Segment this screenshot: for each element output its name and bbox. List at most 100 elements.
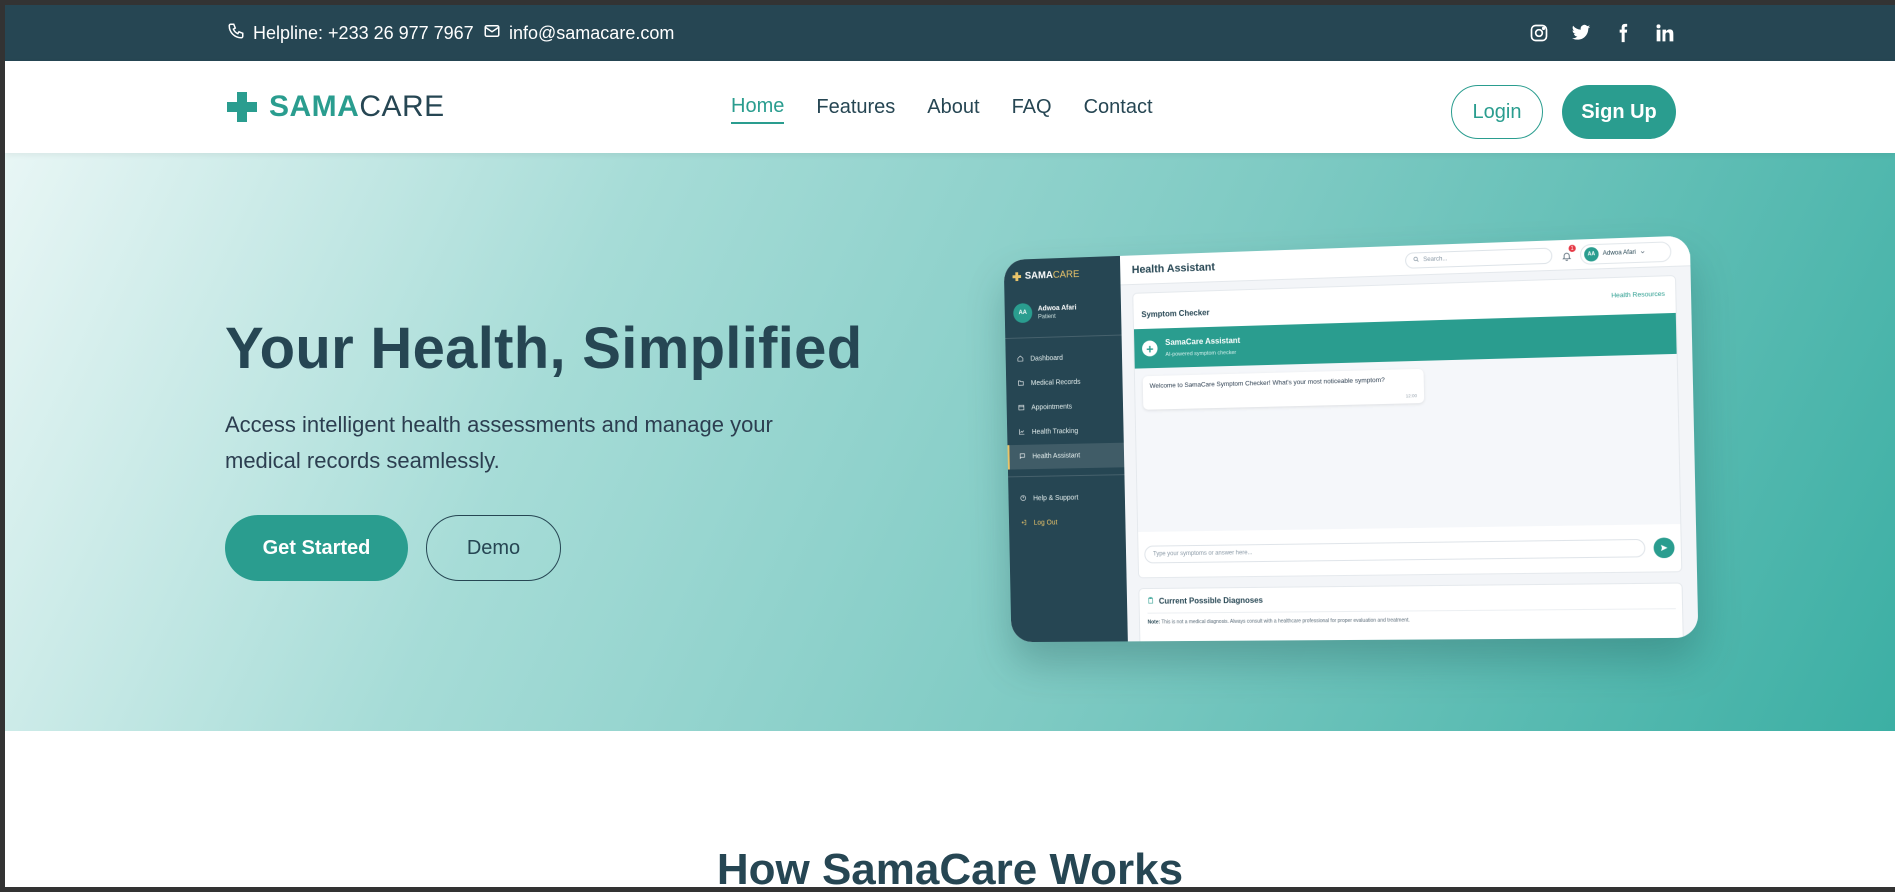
twitter-icon[interactable]	[1571, 23, 1591, 43]
mockup-item-appointments: Appointments	[1006, 394, 1123, 421]
diagnoses-card: Current Possible Diagnoses Note: This is…	[1138, 582, 1684, 643]
mockup-profile: AA Adwoa Afari	[1579, 241, 1672, 265]
top-info-bar: Helpline: +233 26 977 7967 info@samacare…	[5, 5, 1895, 61]
mockup-search-placeholder: Search...	[1423, 256, 1448, 264]
mockup-notifications: 1	[1561, 244, 1576, 261]
email-text: info@samacare.com	[509, 22, 675, 43]
diagnoses-note: Note: This is not a medical diagnosis. A…	[1148, 617, 1410, 625]
main-navbar: SAMACARE Home Features About FAQ Contact…	[5, 61, 1895, 153]
mockup-profile-name: Adwoa Afari	[1602, 249, 1637, 257]
mockup-user: AA Adwoa Afari Patient	[1013, 302, 1077, 324]
chat-message-time: 12:00	[1405, 393, 1418, 399]
app-mockup-image: SAMACARE AA Adwoa Afari Patient Dashboar…	[1003, 235, 1699, 643]
mail-icon	[483, 22, 501, 45]
health-resources-link: Health Resources	[1611, 290, 1665, 300]
plus-cross-icon	[227, 92, 257, 122]
send-icon	[1660, 539, 1669, 558]
browser-viewport: Helpline: +233 26 977 7967 info@samacare…	[5, 5, 1895, 887]
email-contact[interactable]: info@samacare.com	[483, 5, 674, 61]
divider	[1005, 334, 1122, 339]
chart-icon	[1018, 428, 1025, 437]
hero-title: Your Health, Simplified	[225, 316, 863, 381]
chat-message: Welcome to SamaCare Symptom Checker! Wha…	[1142, 368, 1425, 410]
helpline-contact[interactable]: Helpline: +233 26 977 7967	[227, 5, 474, 61]
hero-section: Your Health, Simplified Access intellige…	[5, 153, 1895, 731]
logout-icon	[1020, 519, 1027, 528]
nav-faq[interactable]: FAQ	[1012, 92, 1052, 123]
divider	[1008, 474, 1125, 478]
mockup-item-tracking: Health Tracking	[1007, 418, 1124, 445]
mockup-user-role: Patient	[1037, 313, 1056, 320]
brand-logo[interactable]: SAMACARE	[227, 61, 445, 153]
mockup-main: Health Assistant Search... 1 AA Adwoa Af…	[1119, 235, 1699, 643]
chat-input-row: Type your symptoms or answer here...	[1138, 532, 1681, 569]
mockup-item-label: Health Tracking	[1031, 427, 1079, 436]
mockup-page-title: Health Assistant	[1131, 261, 1216, 277]
linkedin-icon[interactable]	[1655, 23, 1675, 43]
mockup-cross-icon	[1012, 272, 1021, 281]
mockup-item-label: Log Out	[1033, 519, 1058, 527]
nav-features[interactable]: Features	[816, 92, 895, 123]
chevron-down-icon	[1640, 249, 1645, 256]
mockup-item-dashboard: Dashboard	[1005, 344, 1122, 372]
helpline-text: Helpline: +233 26 977 7967	[253, 22, 474, 43]
calendar-icon	[1018, 404, 1025, 413]
social-links	[1529, 5, 1675, 61]
search-icon	[1413, 256, 1419, 264]
mockup-sidebar: SAMACARE AA Adwoa Afari Patient Dashboar…	[1003, 255, 1128, 643]
instagram-icon[interactable]	[1529, 23, 1549, 43]
folder-icon	[1017, 379, 1024, 388]
note-text: This is not a medical diagnosis. Always …	[1161, 617, 1410, 626]
nav-home[interactable]: Home	[731, 91, 785, 124]
assistant-title: SamaCare Assistant	[1165, 335, 1241, 348]
divider	[1147, 608, 1676, 614]
mockup-item-help: Help & Support	[1008, 485, 1125, 511]
mockup-menu: Dashboard Medical Records Appointments H…	[1005, 344, 1125, 470]
help-icon	[1020, 495, 1027, 504]
mockup-item-label: Health Assistant	[1032, 452, 1081, 461]
mockup-item-label: Dashboard	[1030, 354, 1063, 363]
chat-message-text: Welcome to SamaCare Symptom Checker! Wha…	[1149, 376, 1385, 390]
mockup-logo-care: CARE	[1052, 269, 1080, 281]
brand-care: CARE	[359, 90, 445, 123]
avatar: AA	[1013, 303, 1033, 324]
facebook-icon[interactable]	[1613, 23, 1633, 43]
brand-sama: SAMA	[269, 90, 360, 123]
mockup-item-records: Medical Records	[1006, 369, 1123, 397]
symptom-input: Type your symptoms or answer here...	[1144, 538, 1646, 564]
home-icon	[1017, 355, 1024, 364]
nav-about[interactable]: About	[927, 92, 979, 123]
brand-wordmark: SAMACARE	[269, 90, 445, 124]
diagnoses-heading: Current Possible Diagnoses	[1147, 596, 1263, 606]
chat-area: Welcome to SamaCare Symptom Checker! Wha…	[1134, 353, 1681, 533]
notification-badge: 1	[1568, 244, 1576, 253]
nav-menu: Home Features About FAQ Contact	[731, 61, 1153, 153]
clipboard-icon	[1147, 597, 1154, 606]
mockup-item-logout: Log Out	[1009, 510, 1126, 536]
hero-subtitle: Access intelligent health assessments an…	[225, 412, 773, 473]
phone-icon	[227, 22, 245, 45]
demo-button[interactable]: Demo	[426, 515, 561, 581]
mockup-item-label: Help & Support	[1033, 494, 1079, 503]
avatar: AA	[1584, 246, 1599, 262]
login-button[interactable]: Login	[1451, 85, 1543, 139]
mockup-logo: SAMACARE	[1012, 269, 1080, 282]
mockup-search: Search...	[1404, 247, 1553, 269]
note-label: Note:	[1147, 619, 1161, 626]
symptom-checker-card: Symptom Checker Health Resources + SamaC…	[1132, 274, 1683, 579]
mockup-user-name: Adwoa Afari	[1037, 304, 1077, 313]
mockup-item-label: Appointments	[1031, 403, 1073, 412]
mockup-logo-sama: SAMA	[1024, 270, 1053, 282]
nav-contact[interactable]: Contact	[1084, 92, 1153, 123]
chat-icon	[1019, 453, 1026, 462]
how-it-works-heading: How SamaCare Works	[716, 845, 1184, 887]
signup-button[interactable]: Sign Up	[1562, 85, 1676, 139]
get-started-button[interactable]: Get Started	[225, 515, 408, 581]
send-button	[1653, 537, 1675, 559]
assistant-subtitle: AI-powered symptom checker	[1165, 349, 1237, 358]
mockup-bottom-menu: Help & Support Log Out	[1008, 485, 1125, 536]
plus-icon: +	[1141, 340, 1158, 357]
symptom-checker-title: Symptom Checker	[1141, 308, 1210, 320]
diagnoses-title: Current Possible Diagnoses	[1158, 595, 1263, 606]
mockup-item-assistant: Health Assistant	[1007, 442, 1125, 470]
